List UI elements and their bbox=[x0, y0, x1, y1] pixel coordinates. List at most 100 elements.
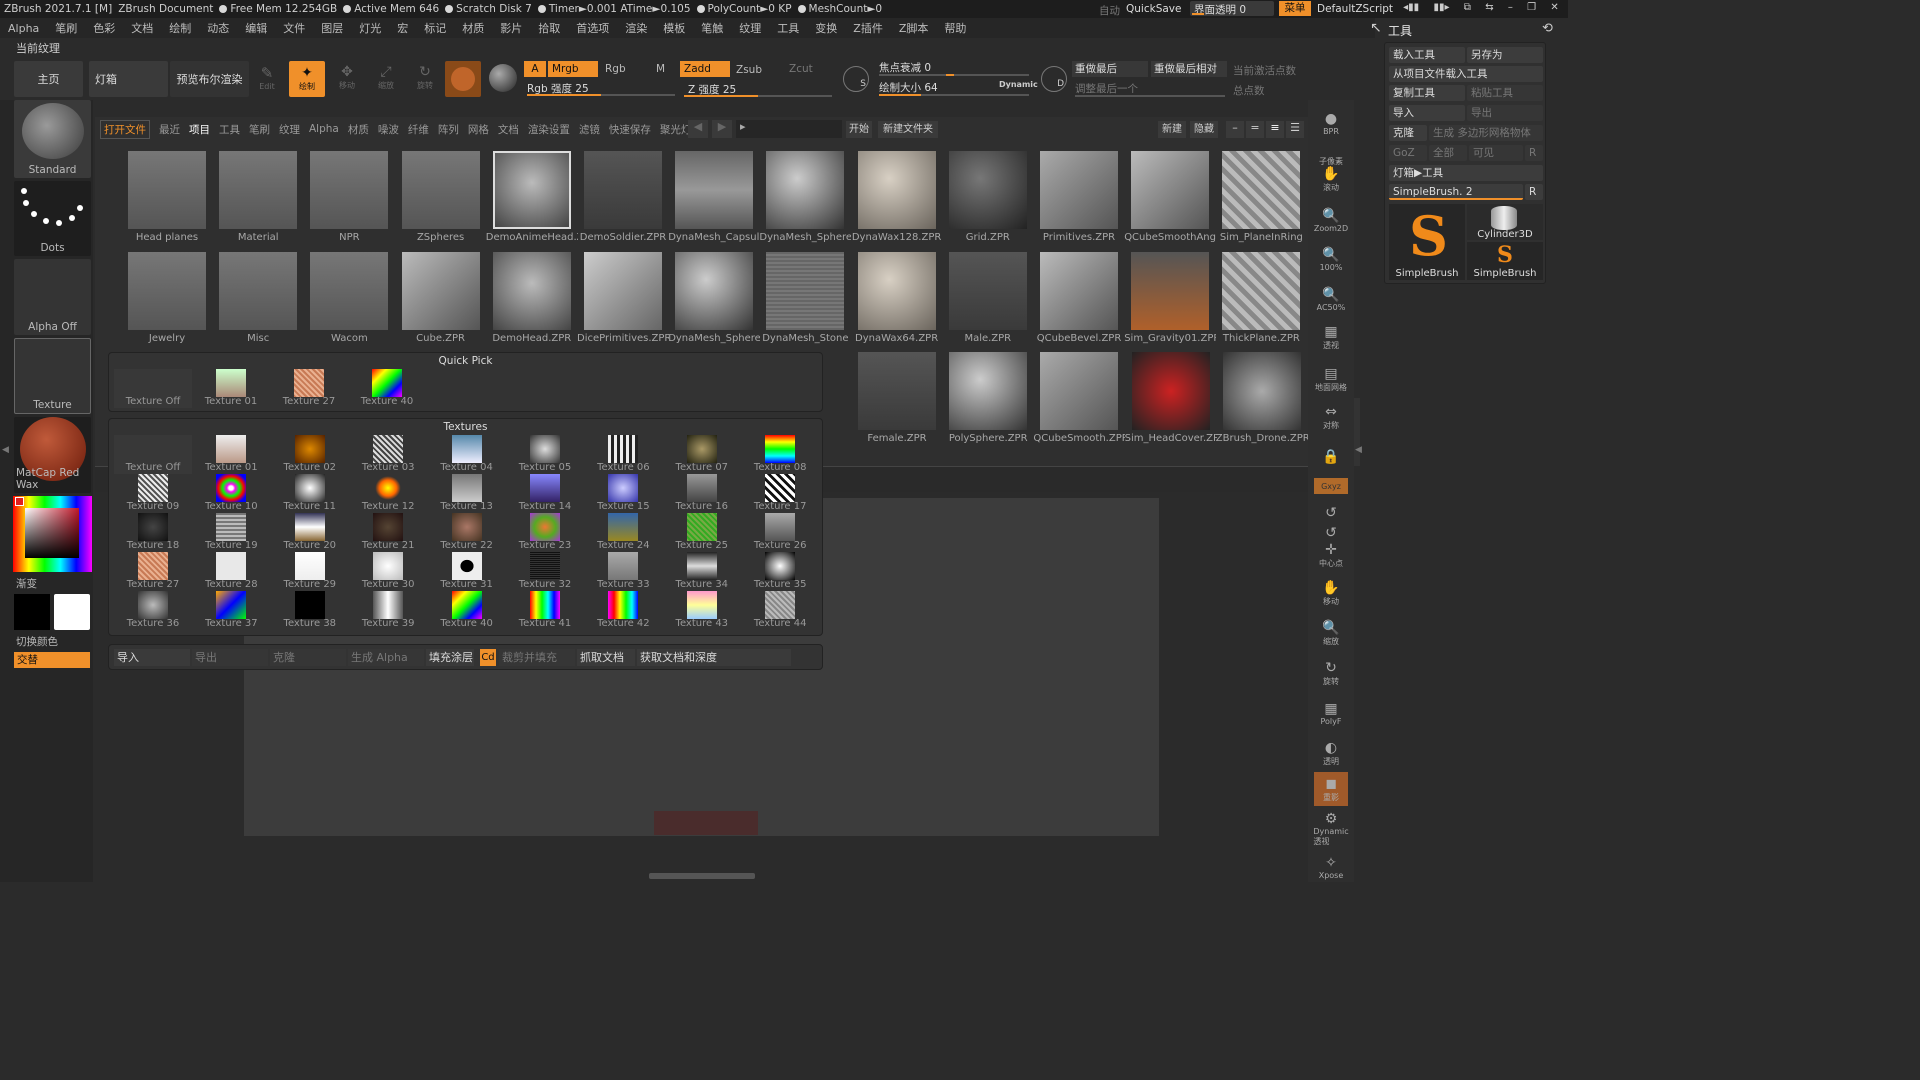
grab-doc-depth-button[interactable]: 获取文档和深度 bbox=[637, 649, 791, 666]
save-as-button[interactable]: 另存为 bbox=[1467, 47, 1543, 63]
lightbox-tab[interactable]: 滤镜 bbox=[579, 122, 600, 137]
lightbox-item[interactable]: DemoAnimeHead.ZPR bbox=[486, 151, 578, 251]
matcap-button[interactable]: MatCap Red Wax bbox=[14, 417, 91, 493]
goz-button[interactable]: GoZ bbox=[1389, 145, 1427, 161]
texture-item[interactable]: Texture 05 bbox=[506, 435, 584, 474]
texture-item[interactable]: Texture 28 bbox=[192, 552, 270, 591]
texture-button[interactable]: Texture bbox=[14, 338, 91, 414]
view-large-icon[interactable]: ≡ bbox=[1266, 121, 1284, 138]
right-tool-button[interactable]: ● BPR bbox=[1314, 106, 1348, 140]
alternate-toggle[interactable]: 交替 bbox=[14, 652, 90, 668]
menu-item[interactable]: 色彩 bbox=[93, 20, 115, 36]
menu-item[interactable]: 纹理 bbox=[739, 20, 761, 36]
cd-toggle[interactable]: Cd bbox=[480, 649, 496, 666]
lightbox-item[interactable]: QCubeSmoothAngle bbox=[1124, 151, 1216, 251]
scale-button[interactable]: ⤢ 缩放 bbox=[372, 64, 400, 94]
right-tool-button[interactable]: ⇔ 对称 bbox=[1314, 400, 1348, 434]
texture-item[interactable]: Texture 27 bbox=[114, 552, 192, 591]
lightbox-tab[interactable]: 打开文件 bbox=[100, 119, 150, 139]
lightbox-item[interactable]: QCubeSmooth.ZPR bbox=[1033, 352, 1125, 452]
texture-item[interactable]: Texture 40 bbox=[428, 591, 506, 630]
texture-item[interactable]: Texture Off bbox=[114, 435, 192, 474]
texture-item[interactable]: Texture 30 bbox=[349, 552, 427, 591]
z-strength-slider[interactable] bbox=[684, 95, 832, 97]
lightbox-item[interactable]: DynaMesh_Sphere bbox=[759, 151, 851, 251]
texture-item[interactable]: Texture 10 bbox=[192, 474, 270, 513]
lightbox-item[interactable]: Misc bbox=[219, 252, 299, 352]
lightbox-item[interactable]: DynaMesh_Stone bbox=[762, 252, 849, 352]
layout-toggle-icon[interactable]: ◂▮▮ bbox=[1403, 2, 1419, 16]
lightbox-item[interactable]: DicePrimitives.ZPR bbox=[577, 252, 669, 352]
bottom-tray-handle[interactable] bbox=[649, 873, 755, 879]
redo-last-button[interactable]: 重做最后 bbox=[1072, 61, 1148, 77]
texture-item[interactable]: Texture 39 bbox=[349, 591, 427, 630]
right-tool-button[interactable]: 🔍 AC50% bbox=[1314, 282, 1348, 316]
color-mode-icon[interactable] bbox=[489, 64, 517, 92]
right-tool-button[interactable]: ▤ 地面网格 bbox=[1314, 362, 1348, 396]
lightbox-item[interactable]: DynaMesh_Capsule bbox=[668, 151, 760, 251]
lightbox-item[interactable]: ZBrush_Drone.ZPR bbox=[1216, 352, 1308, 452]
texture-item[interactable]: Texture 23 bbox=[506, 513, 584, 552]
texture-item[interactable]: Texture 09 bbox=[114, 474, 192, 513]
menu-item[interactable]: 拾取 bbox=[538, 20, 560, 36]
lightbox-next-button[interactable]: ▶ bbox=[712, 120, 732, 138]
copy-tool-button[interactable]: 复制工具 bbox=[1389, 85, 1465, 101]
export-button[interactable]: 导出 bbox=[192, 649, 268, 666]
panel-refresh-icon[interactable]: ⟲ bbox=[1542, 21, 1553, 36]
quick-pick-item[interactable]: Texture Off bbox=[114, 369, 192, 408]
load-from-project-button[interactable]: 从项目文件载入工具 bbox=[1389, 66, 1543, 82]
rotate-button[interactable]: ↻ 旋转 bbox=[411, 64, 439, 94]
menu-item[interactable]: 帮助 bbox=[944, 20, 966, 36]
make-alpha-button[interactable]: 生成 Alpha bbox=[348, 649, 424, 666]
goz-visible-button[interactable]: 可见 bbox=[1469, 145, 1523, 161]
lazy-mouse-s-button[interactable]: S bbox=[843, 66, 869, 92]
menu-item[interactable]: 笔刷 bbox=[55, 20, 77, 36]
quick-pick-item[interactable]: Texture 27 bbox=[270, 369, 348, 408]
right-tool-button[interactable]: 🔍 Zoom2D bbox=[1314, 203, 1348, 237]
preview-boolean-button[interactable]: 预览布尔渲染 bbox=[170, 61, 249, 97]
lightbox-tab[interactable]: 文档 bbox=[498, 122, 519, 137]
fill-layer-button[interactable]: 填充涂层 bbox=[426, 649, 474, 666]
texture-item[interactable]: Texture 44 bbox=[741, 591, 819, 630]
import-tool-button[interactable]: 导入 bbox=[1389, 105, 1465, 121]
rgb-toggle[interactable]: Rgb bbox=[605, 63, 626, 75]
texture-item[interactable]: Texture 12 bbox=[349, 474, 427, 513]
current-tool-slider[interactable]: SimpleBrush. 2 bbox=[1389, 184, 1523, 200]
texture-item[interactable]: Texture 31 bbox=[428, 552, 506, 591]
move-button[interactable]: ✥ 移动 bbox=[333, 64, 361, 94]
right-tool-button[interactable]: Gxyz bbox=[1314, 478, 1348, 494]
right-tool-button[interactable]: ✛ 中心点 bbox=[1314, 538, 1348, 572]
menu-item[interactable]: 渲染 bbox=[625, 20, 647, 36]
menu-item[interactable]: 变换 bbox=[815, 20, 837, 36]
main-color-swatch[interactable] bbox=[14, 594, 50, 630]
make-polymesh-button[interactable]: 生成 多边形网格物体 bbox=[1429, 125, 1543, 141]
current-tool-r-button[interactable]: R bbox=[1525, 184, 1543, 200]
lightbox-tab[interactable]: 渲染设置 bbox=[528, 122, 570, 137]
lightbox-item[interactable]: Male.ZPR bbox=[948, 252, 1029, 352]
menu-item[interactable]: Alpha bbox=[8, 22, 39, 35]
menu-item[interactable]: 宏 bbox=[397, 20, 408, 36]
adjust-last-slider[interactable] bbox=[1075, 95, 1225, 97]
lightbox-tab[interactable]: 最近 bbox=[159, 122, 180, 137]
lightbox-tab[interactable]: 阵列 bbox=[438, 122, 459, 137]
rgb-strength-slider[interactable] bbox=[527, 94, 675, 96]
texture-item[interactable]: Texture 15 bbox=[584, 474, 662, 513]
right-tool-button[interactable]: ▦ PolyF bbox=[1314, 696, 1348, 730]
lightbox-item[interactable]: Grid.ZPR bbox=[948, 151, 1029, 251]
load-tool-button[interactable]: 载入工具 bbox=[1389, 47, 1465, 63]
lightbox-tools-button[interactable]: 灯箱▶工具 bbox=[1389, 165, 1543, 181]
color-square[interactable] bbox=[25, 508, 79, 558]
lightbox-item[interactable]: DynaWax64.ZPR bbox=[855, 252, 938, 352]
focal-shift-slider[interactable] bbox=[879, 74, 1029, 76]
lightbox-item[interactable]: DynaMesh_Sphere bbox=[668, 252, 760, 352]
texture-item[interactable]: Texture 42 bbox=[584, 591, 662, 630]
lightbox-item[interactable]: PolySphere.ZPR bbox=[949, 352, 1029, 452]
mrgb-toggle[interactable]: Mrgb bbox=[548, 61, 598, 77]
lightbox-item[interactable]: Wacom bbox=[310, 252, 390, 352]
m-toggle[interactable]: M bbox=[656, 63, 665, 75]
secondary-color-swatch[interactable] bbox=[54, 594, 90, 630]
lightbox-tab[interactable]: 快速保存 bbox=[609, 122, 651, 137]
home-button[interactable]: 主页 bbox=[14, 61, 83, 97]
quick-pick-item[interactable]: Texture 40 bbox=[348, 369, 426, 408]
right-tool-button[interactable]: 🔍 100% bbox=[1314, 242, 1348, 276]
